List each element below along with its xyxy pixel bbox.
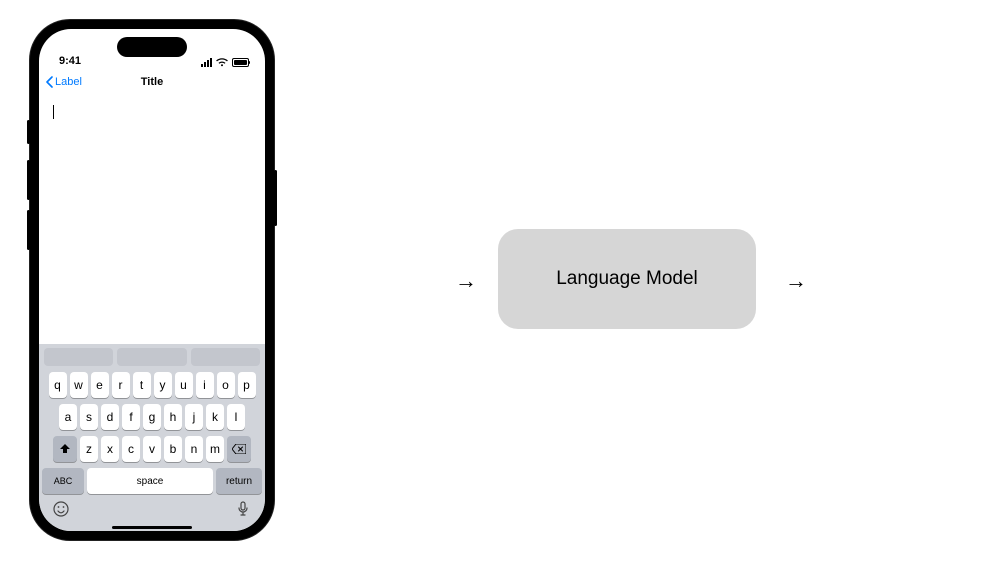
status-time: 9:41 (59, 55, 81, 67)
key-b[interactable]: b (164, 436, 182, 462)
microphone-icon (237, 501, 249, 517)
key-o[interactable]: o (217, 372, 235, 398)
emoji-icon (53, 501, 69, 517)
dictation-button[interactable] (234, 500, 252, 518)
key-a[interactable]: a (59, 404, 77, 430)
delete-icon (232, 444, 246, 454)
wifi-icon (216, 58, 228, 67)
key-i[interactable]: i (196, 372, 214, 398)
iphone-mockup: 9:41 Label Title (30, 20, 274, 540)
dynamic-island (117, 37, 187, 57)
key-d[interactable]: d (101, 404, 119, 430)
key-x[interactable]: x (101, 436, 119, 462)
back-button[interactable]: Label (45, 76, 82, 88)
key-abc[interactable]: ABC (42, 468, 84, 494)
side-button (27, 160, 30, 200)
navigation-bar: Label Title (39, 69, 265, 95)
key-f[interactable]: f (122, 404, 140, 430)
key-j[interactable]: j (185, 404, 203, 430)
key-m[interactable]: m (206, 436, 224, 462)
arrow-right-icon: → (785, 270, 807, 292)
home-indicator[interactable] (112, 526, 192, 529)
keyboard-row-2: a s d f g h j k l (42, 404, 262, 430)
shift-icon (59, 443, 71, 455)
key-r[interactable]: r (112, 372, 130, 398)
cellular-icon (201, 58, 212, 67)
prediction-slot[interactable] (44, 348, 113, 366)
key-g[interactable]: g (143, 404, 161, 430)
key-z[interactable]: z (80, 436, 98, 462)
arrow-right-icon: → (455, 270, 477, 292)
keyboard: q w e r t y u i o p a s d f g h (39, 344, 265, 531)
prediction-row (42, 348, 262, 372)
language-model-label: Language Model (556, 268, 698, 290)
emoji-button[interactable] (52, 500, 70, 518)
key-return[interactable]: return (216, 468, 262, 494)
prediction-slot[interactable] (117, 348, 186, 366)
key-k[interactable]: k (206, 404, 224, 430)
key-u[interactable]: u (175, 372, 193, 398)
keyboard-row-1: q w e r t y u i o p (42, 372, 262, 398)
chevron-left-icon (45, 76, 53, 88)
text-input-area[interactable] (39, 95, 265, 344)
key-y[interactable]: y (154, 372, 172, 398)
key-n[interactable]: n (185, 436, 203, 462)
prediction-slot[interactable] (191, 348, 260, 366)
key-q[interactable]: q (49, 372, 67, 398)
key-s[interactable]: s (80, 404, 98, 430)
key-h[interactable]: h (164, 404, 182, 430)
page-title: Title (141, 76, 163, 88)
key-space[interactable]: space (87, 468, 213, 494)
keyboard-row-3: z x c v b n m (42, 436, 262, 462)
key-v[interactable]: v (143, 436, 161, 462)
key-p[interactable]: p (238, 372, 256, 398)
key-e[interactable]: e (91, 372, 109, 398)
key-l[interactable]: l (227, 404, 245, 430)
battery-icon (232, 58, 249, 67)
key-w[interactable]: w (70, 372, 88, 398)
keyboard-row-4: ABC space return (42, 468, 262, 494)
language-model-box: Language Model (498, 229, 756, 329)
key-t[interactable]: t (133, 372, 151, 398)
key-delete[interactable] (227, 436, 251, 462)
side-button (27, 210, 30, 250)
back-label: Label (55, 76, 82, 88)
text-cursor (53, 105, 54, 119)
key-shift[interactable] (53, 436, 77, 462)
side-button (27, 120, 30, 144)
key-c[interactable]: c (122, 436, 140, 462)
side-button (274, 170, 277, 226)
